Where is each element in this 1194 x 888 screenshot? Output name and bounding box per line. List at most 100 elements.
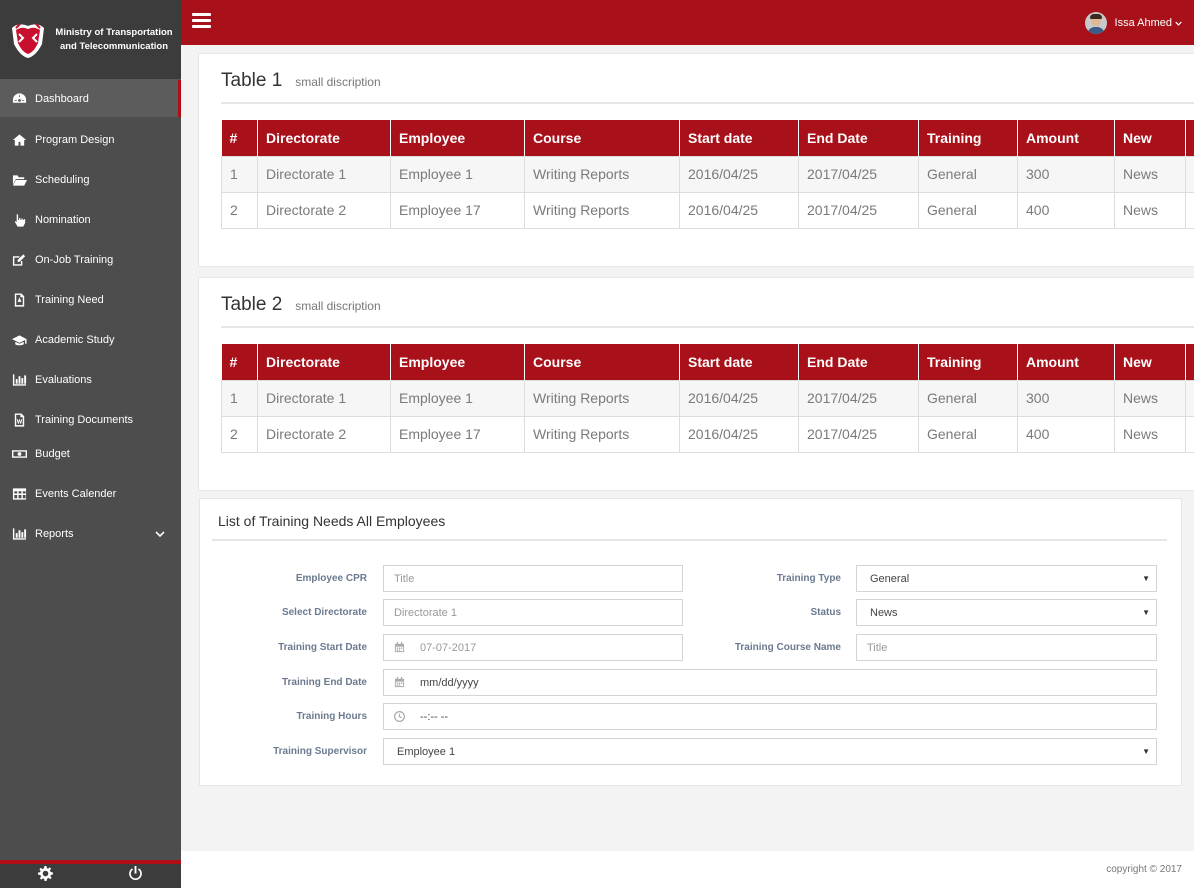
sidebar-item-label: Program Design: [35, 134, 115, 146]
panel-title: Table 2: [221, 294, 283, 315]
ministry-logo-icon: [12, 22, 44, 58]
column-header[interactable]: Employee: [390, 120, 525, 156]
main-content: Table 1 small discription # Directorate …: [181, 45, 1194, 888]
training-needs-form: List of Training Needs All Employees Emp…: [199, 498, 1182, 786]
training-end-date-input[interactable]: mm/dd/yyyy: [383, 669, 1157, 696]
column-header[interactable]: End Date: [798, 344, 919, 380]
training-supervisor-select[interactable]: Employee 1 ▼: [383, 738, 1157, 765]
power-icon: [129, 866, 143, 881]
data-table-2: # Directorate Employee Course Start date…: [221, 344, 1194, 453]
column-header[interactable]: Course: [524, 120, 680, 156]
panel-subtitle: small discription: [295, 299, 381, 313]
column-header[interactable]: #: [221, 344, 258, 380]
edit-icon: [11, 253, 27, 267]
panel-title: Table 1: [221, 70, 283, 91]
sidebar-item-on-job-training[interactable]: On-Job Training: [0, 240, 181, 280]
sidebar-item-training-need[interactable]: Training Need: [0, 280, 181, 320]
sidebar-item-events-calender[interactable]: Events Calender: [0, 474, 181, 514]
column-header[interactable]: Amount: [1017, 120, 1115, 156]
directorate-input[interactable]: Directorate 1: [383, 599, 683, 626]
sidebar-item-dashboard[interactable]: Dashboard: [0, 80, 181, 117]
gear-icon: [37, 866, 53, 881]
sidebar-item-label: Budget: [35, 448, 70, 460]
brand-line-2: and Telecommunication: [59, 40, 169, 52]
chevron-down-icon: [1175, 21, 1182, 26]
sidebar-item-label: Training Need: [35, 294, 104, 306]
dashboard-icon: [11, 92, 27, 106]
employee-cpr-input[interactable]: Title: [383, 565, 683, 592]
column-header[interactable]: Start date: [679, 344, 799, 380]
table-row[interactable]: 1 Directorate 1 Employee 1 Writing Repor…: [221, 155, 1194, 193]
dropdown-arrow-icon: ▼: [1142, 574, 1150, 583]
column-header[interactable]: Start date: [679, 120, 799, 156]
data-table-1: # Directorate Employee Course Start date…: [221, 120, 1194, 229]
column-header[interactable]: Amount: [1017, 344, 1115, 380]
sidebar-item-label: Scheduling: [35, 174, 90, 186]
column-header[interactable]: Employee: [390, 344, 525, 380]
training-start-date-input[interactable]: 07-07-2017: [383, 634, 683, 661]
column-header[interactable]: New: [1114, 120, 1186, 156]
home-icon: [11, 133, 27, 147]
sidebar-item-label: Academic Study: [35, 334, 115, 346]
folder-open-icon: [11, 173, 27, 187]
calendar-icon: [394, 677, 406, 689]
sidebar-item-label: Evaluations: [35, 374, 92, 386]
column-header[interactable]: Training: [918, 344, 1018, 380]
user-menu[interactable]: Issa Ahmed: [1084, 12, 1182, 34]
column-header[interactable]: Directorate: [257, 120, 391, 156]
table-row[interactable]: 2 Directorate 2 Employee 17 Writing Repo…: [221, 415, 1194, 453]
brand: Ministry of Transportation and Telecommu…: [0, 0, 181, 80]
training-hours-input[interactable]: --:-- --: [383, 703, 1157, 730]
training-hours-label: Training Hours: [296, 711, 367, 722]
sidebar-item-nomination[interactable]: Nomination: [0, 200, 181, 240]
logout-button[interactable]: [128, 866, 143, 886]
sidebar-footer: [0, 860, 181, 888]
sidebar-item-budget[interactable]: Budget: [0, 440, 181, 468]
menu-toggle-button[interactable]: [192, 13, 211, 29]
sidebar-item-academic-study[interactable]: Academic Study: [0, 320, 181, 360]
training-course-name-label: Training Course Name: [734, 642, 841, 653]
dropdown-arrow-icon: ▼: [1142, 747, 1150, 756]
training-type-select[interactable]: General ▼: [856, 565, 1157, 592]
sidebar-item-scheduling[interactable]: Scheduling: [0, 160, 181, 200]
training-course-name-input[interactable]: Title: [856, 634, 1157, 661]
sidebar-item-reports[interactable]: Reports: [0, 514, 181, 554]
table-icon: [11, 487, 27, 501]
employee-cpr-label: Employee CPR: [295, 573, 367, 584]
topbar: Issa Ahmed: [181, 0, 1194, 45]
sidebar-item-evaluations[interactable]: Evaluations: [0, 360, 181, 400]
table-row[interactable]: 1 Directorate 1 Employee 1 Writing Repor…: [221, 379, 1194, 417]
column-header[interactable]: Training: [918, 120, 1018, 156]
panel-subtitle: small discription: [295, 75, 381, 89]
status-label: Status: [810, 607, 841, 618]
sidebar-item-label: On-Job Training: [35, 254, 114, 266]
column-header[interactable]: New: [1114, 344, 1186, 380]
select-directorate-label: Select Directorate: [281, 607, 367, 618]
graduation-cap-icon: [11, 333, 27, 347]
avatar: [1084, 12, 1107, 34]
column-header[interactable]: End Date: [798, 120, 919, 156]
hamburger-icon: [192, 13, 211, 16]
status-select[interactable]: News ▼: [856, 599, 1157, 626]
chevron-down-icon: [155, 528, 165, 540]
sidebar-item-label: Dashboard: [35, 92, 89, 105]
table-1-panel: Table 1 small discription # Directorate …: [198, 53, 1194, 267]
column-header[interactable]: Directorate: [257, 344, 391, 380]
sidebar-item-training-documents[interactable]: Training Documents: [0, 400, 181, 440]
training-type-label: Training Type: [776, 573, 841, 584]
money-icon: [11, 447, 27, 461]
sidebar-item-program-design[interactable]: Program Design: [0, 120, 181, 160]
sidebar-nav: Dashboard Program Design Scheduling Nomi…: [0, 80, 181, 554]
training-start-date-label: Training Start Date: [278, 642, 367, 653]
sidebar-item-label: Events Calender: [35, 488, 117, 500]
column-header[interactable]: Course: [524, 344, 680, 380]
sidebar-item-label: Reports: [35, 528, 74, 540]
settings-button[interactable]: [37, 866, 53, 886]
column-header[interactable]: #: [221, 120, 258, 156]
column-header[interactable]: A: [1185, 120, 1194, 156]
column-header[interactable]: A: [1185, 344, 1194, 380]
page-footer: copyright © 2017: [181, 851, 1194, 888]
hand-pointer-icon: [11, 213, 27, 227]
table-row[interactable]: 2 Directorate 2 Employee 17 Writing Repo…: [221, 191, 1194, 229]
bar-chart-icon: [11, 373, 27, 387]
